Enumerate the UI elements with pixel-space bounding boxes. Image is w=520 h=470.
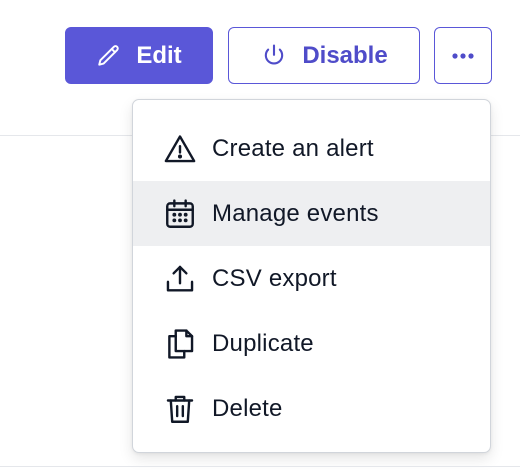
ellipsis-icon (451, 52, 475, 60)
edit-button[interactable]: Edit (65, 27, 213, 84)
menu-item-label: Manage events (212, 199, 379, 227)
duplicate-icon (163, 327, 197, 361)
calendar-icon (163, 197, 197, 231)
menu-item-label: Duplicate (212, 329, 314, 357)
pencil-icon (96, 43, 122, 69)
menu-item-create-alert[interactable]: Create an alert (133, 116, 490, 181)
menu-item-label: Delete (212, 394, 283, 422)
disable-button-label: Disable (302, 41, 388, 69)
menu-item-csv-export[interactable]: CSV export (133, 246, 490, 311)
menu-item-duplicate[interactable]: Duplicate (133, 311, 490, 376)
warning-triangle-icon (163, 132, 197, 166)
menu-item-manage-events[interactable]: Manage events (133, 181, 490, 246)
edit-button-label: Edit (136, 41, 182, 69)
menu-item-label: CSV export (212, 264, 337, 292)
trash-icon (163, 392, 197, 426)
power-icon (260, 42, 288, 70)
menu-item-label: Create an alert (212, 134, 374, 162)
more-options-menu: Create an alert Manage events CSV export… (132, 99, 491, 453)
footer-divider (0, 466, 520, 467)
menu-item-delete[interactable]: Delete (133, 376, 490, 441)
disable-button[interactable]: Disable (228, 27, 420, 84)
upload-icon (163, 262, 197, 296)
more-options-button[interactable] (434, 27, 492, 84)
